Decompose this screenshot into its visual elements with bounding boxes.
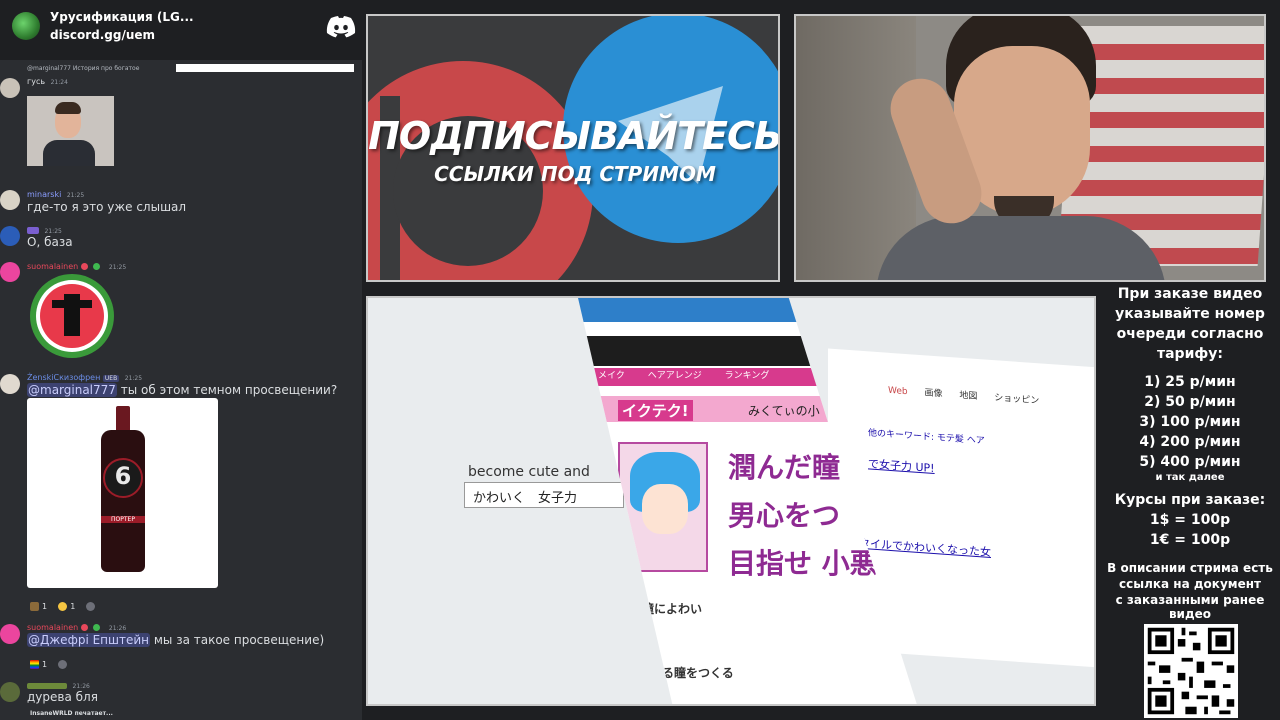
message-text: дурева бля	[27, 690, 98, 704]
reply-text: @marginal777 История про богатое	[27, 65, 140, 72]
tariff-line: 3) 100 р/мин	[1139, 414, 1241, 430]
reply-preview: @marginal777 История про богатое	[27, 65, 139, 72]
timestamp: 21:26	[108, 625, 127, 632]
message-text: О, база	[27, 235, 73, 249]
video-search-box: かわいく 女子力	[464, 482, 624, 508]
message-text-short: гусь 21:24	[27, 77, 68, 86]
avatar[interactable]	[0, 78, 20, 98]
user-mention[interactable]: @Джефрі Епштейн	[27, 633, 151, 647]
timestamp: 21:25	[66, 192, 85, 199]
info-order-line: тарифу:	[1156, 346, 1223, 362]
info-order-line: При заказе видео	[1117, 286, 1263, 302]
webcam-feed	[794, 14, 1266, 282]
promo-subtitle: ССЫЛКИ ПОД СТРИМОМ	[434, 162, 716, 186]
beer-number: 6	[114, 462, 132, 490]
message-text: @marginal777 ты об этом темном просвещен…	[27, 383, 338, 397]
username: suomalainen 21:26	[27, 623, 127, 632]
timestamp: 21:26	[72, 683, 90, 690]
description-line: видео	[1168, 607, 1212, 621]
add-reaction-icon[interactable]	[86, 602, 98, 611]
description-line: ссылка на документ	[1119, 577, 1261, 591]
reaction-laugh[interactable]: 1	[58, 602, 75, 611]
user-mention[interactable]: @marginal777	[27, 383, 117, 397]
tariff-etc: и так далее	[1155, 472, 1225, 483]
beer-image-attachment[interactable]: 6 ПОРТЕР	[27, 398, 218, 588]
role-badge-icon	[80, 263, 88, 270]
timestamp: 21:25	[44, 228, 62, 235]
tariff-line: 4) 200 р/мин	[1139, 434, 1241, 450]
role-badge-icon	[93, 263, 101, 270]
qr-code-icon	[1144, 624, 1238, 718]
tariff-line: 5) 400 р/мин	[1139, 454, 1241, 470]
role-badge-icon	[80, 624, 88, 631]
rate-line: 1$ = 100р	[1149, 512, 1231, 528]
reaction-rainbow-flag[interactable]: 1	[30, 660, 47, 669]
tariff-line: 2) 50 р/мин	[1144, 394, 1236, 410]
sticker-image[interactable]	[30, 274, 114, 358]
username-row: 21:26	[27, 681, 90, 690]
reactions[interactable]: 1	[30, 652, 76, 671]
beer-label: ПОРТЕР	[101, 516, 145, 523]
username-row: 21:25	[27, 226, 62, 235]
rate-line: 1€ = 100р	[1149, 532, 1231, 548]
discord-avatar-icon[interactable]	[0, 262, 20, 282]
role-tag: UEB	[102, 375, 120, 382]
redaction-bar	[176, 64, 354, 72]
subscribe-banner: ПОДПИСЫВАЙТЕСЬ ССЫЛКИ ПОД СТРИМОМ	[366, 14, 780, 282]
avatar[interactable]	[0, 682, 20, 702]
username: minarski 21:25	[27, 190, 85, 199]
webcam-image-attachment[interactable]	[27, 96, 114, 166]
server-icon	[12, 12, 40, 40]
discord-avatar-icon[interactable]	[0, 624, 20, 644]
avatar[interactable]	[0, 226, 20, 246]
username: suomalainen 21:25	[27, 262, 127, 271]
tariff-line: 1) 25 р/мин	[1144, 374, 1236, 390]
timestamp: 21:24	[50, 79, 68, 86]
person	[876, 16, 1166, 280]
message-text: где-то я это уже слышал	[27, 200, 187, 214]
discord-logo-icon	[326, 16, 356, 38]
timestamp: 21:25	[108, 264, 127, 271]
typing-indicator: InsaneWRLD печатает...	[30, 710, 113, 717]
promo-title: ПОДПИСЫВАЙТЕСЬ	[368, 114, 780, 158]
info-order-line: указывайте номер	[1115, 306, 1265, 322]
description-line: с заказанными ранее	[1115, 593, 1265, 607]
video-left-text: become cute and	[468, 464, 590, 480]
anime-character	[618, 442, 708, 572]
order-info-column: При заказе видео указывайте номер очеред…	[1100, 284, 1280, 620]
username: ŻenskiСкизофрен UEB 21:25	[27, 373, 143, 382]
server-invite-link[interactable]: discord.gg/uem	[50, 28, 155, 42]
description-line: В описании стрима есть	[1107, 561, 1273, 575]
rates-title: Курсы при заказе:	[1114, 492, 1266, 508]
timestamp: 21:25	[124, 375, 143, 382]
server-header[interactable]: Урусификация (LG... discord.gg/uem	[0, 0, 362, 60]
discord-chat-overlay: Урусификация (LG... discord.gg/uem @marg…	[0, 0, 362, 720]
server-name: Урусификация (LG...	[50, 10, 194, 24]
info-order-line: очереди согласно	[1116, 326, 1264, 342]
avatar[interactable]	[0, 374, 20, 394]
role-badge-icon	[93, 624, 101, 631]
reaction-beer[interactable]: 1	[30, 602, 47, 611]
message-text: @Джефрі Епштейн мы за такое просвещение)	[27, 633, 325, 647]
screen-capture: become cute and かわいく 女子力 Web 画像 地図 ショッピン…	[366, 296, 1096, 706]
add-reaction-icon[interactable]	[58, 660, 70, 669]
avatar[interactable]	[0, 190, 20, 210]
reactions[interactable]: 1 1	[30, 594, 104, 613]
